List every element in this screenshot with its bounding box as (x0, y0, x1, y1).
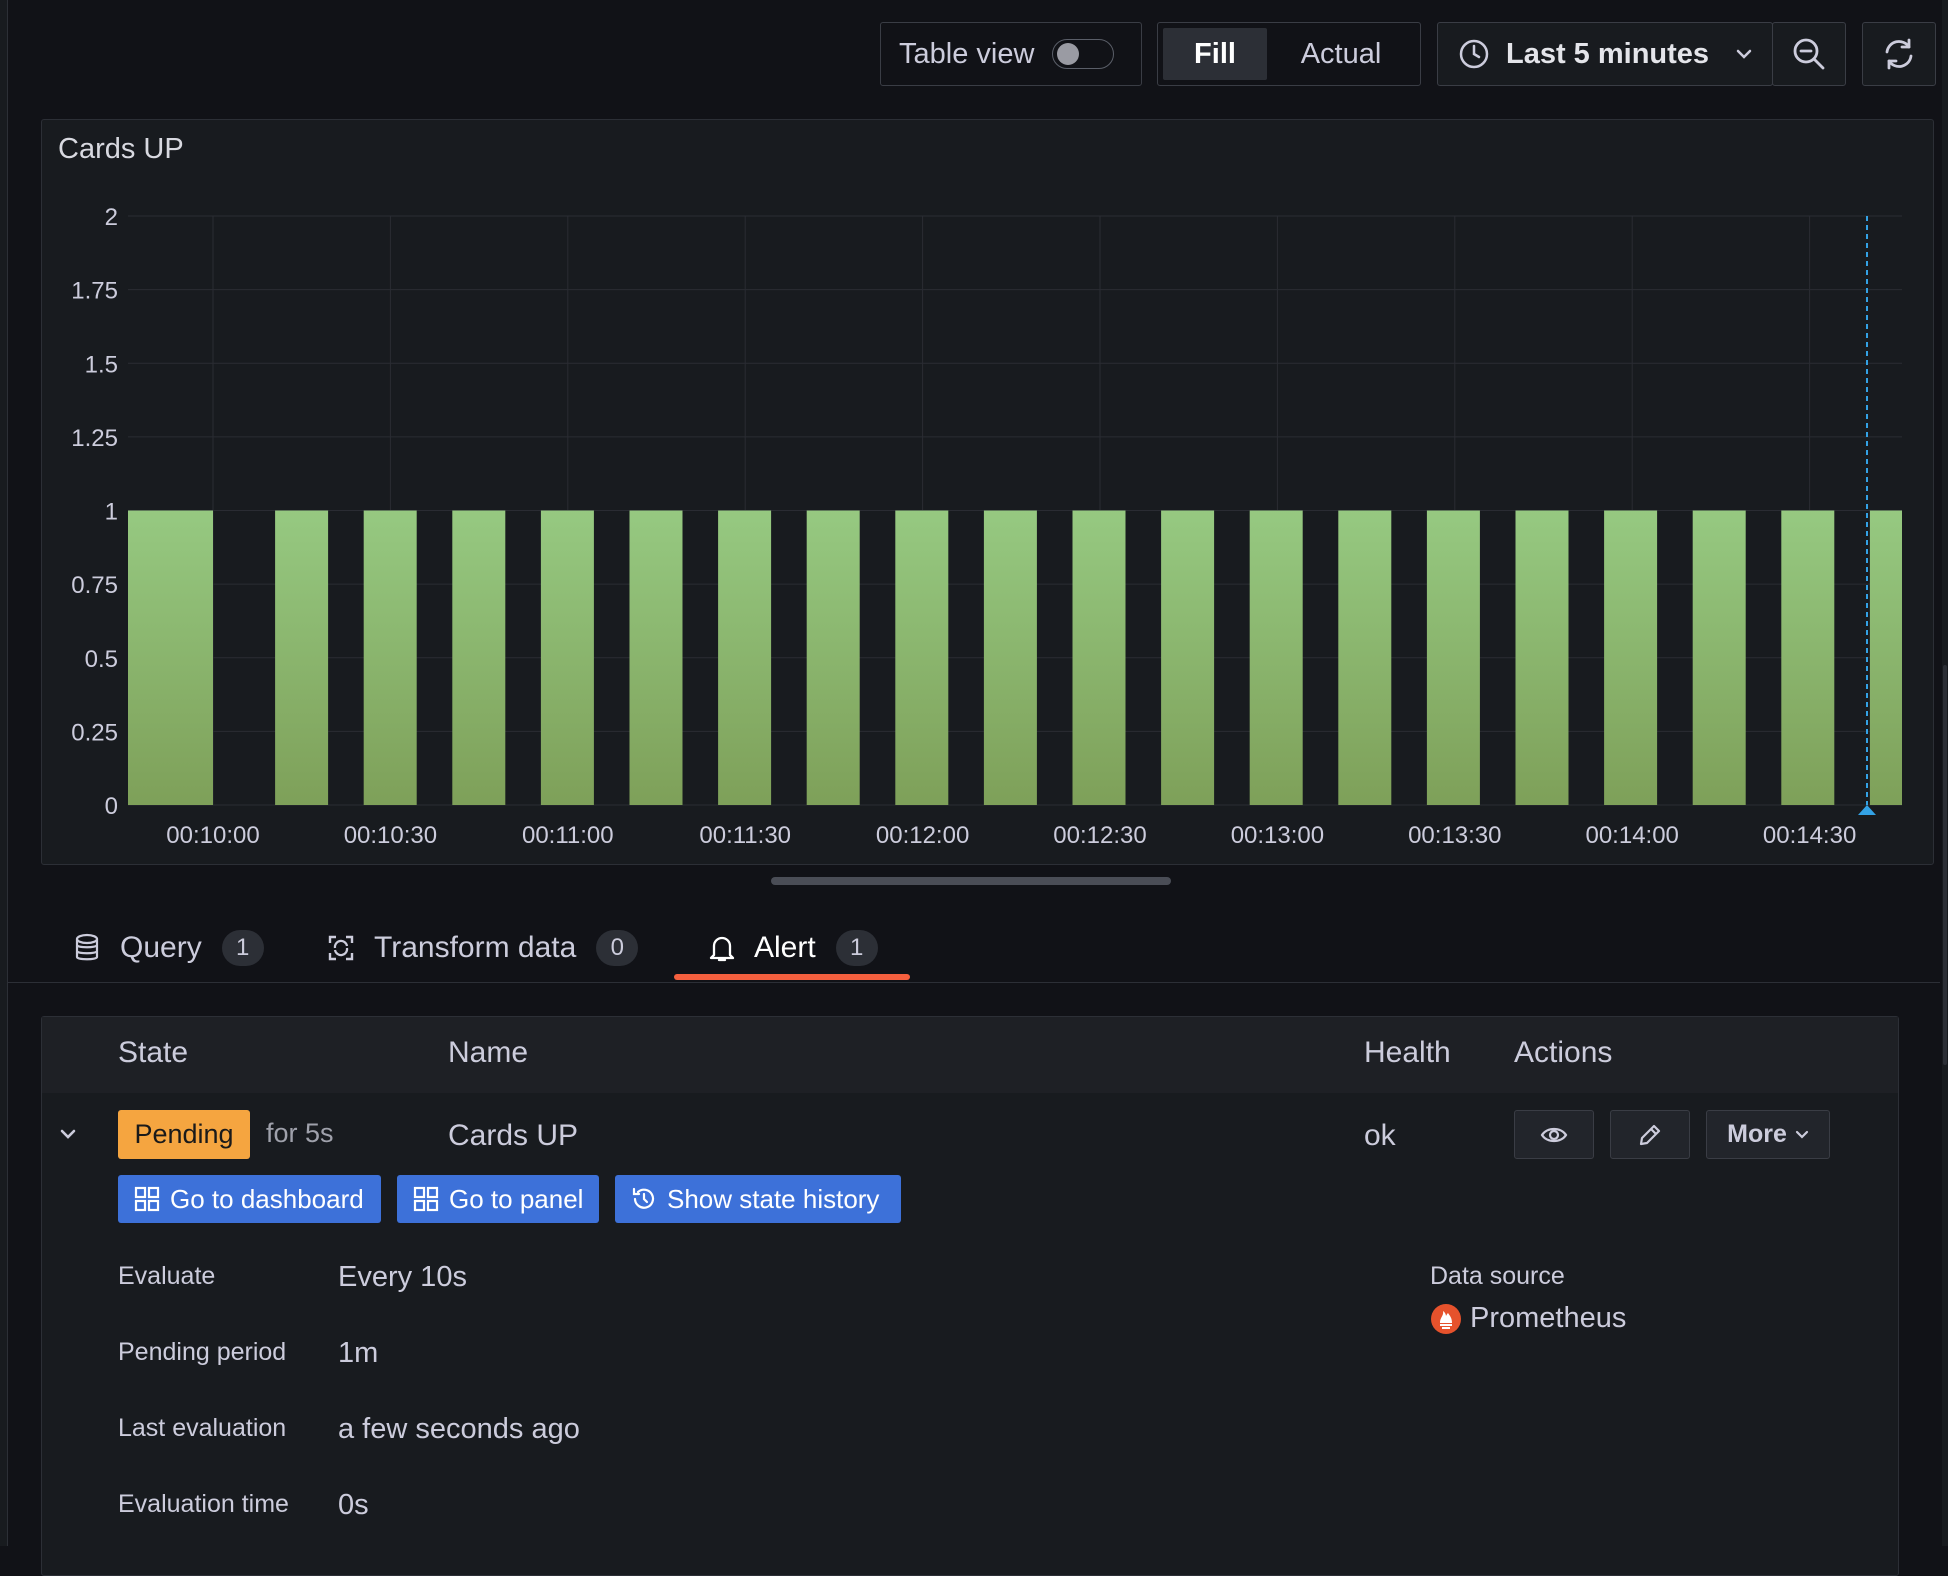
x-tick-label: 00:10:30 (344, 822, 437, 849)
bell-icon (708, 933, 736, 963)
data-source-name: Prometheus (1470, 1302, 1627, 1334)
eye-icon (1540, 1125, 1568, 1145)
data-source-label: Data source (1430, 1262, 1565, 1290)
view-rule-button[interactable] (1514, 1110, 1594, 1159)
header-health: Health (1364, 1036, 1451, 1069)
pending-period-label: Pending period (118, 1338, 287, 1366)
bar (806, 510, 860, 805)
tab-transform-data[interactable]: Transform data 0 (326, 918, 639, 978)
y-tick-label: 1.75 (71, 278, 118, 305)
tab-alert[interactable]: Alert 1 (708, 918, 878, 978)
chevron-down-icon (58, 1124, 78, 1144)
bar (1072, 510, 1126, 805)
bar (895, 510, 949, 805)
y-tick-label: 1.5 (85, 351, 118, 378)
pencil-icon (1637, 1122, 1663, 1148)
header-actions: Actions (1514, 1036, 1613, 1069)
tabs-divider (8, 982, 1940, 983)
tab-alert-label: Alert (754, 931, 816, 964)
bar (718, 510, 772, 805)
x-tick-label: 00:11:30 (699, 822, 791, 849)
tab-transform-data-count: 0 (596, 930, 639, 966)
header-name: Name (448, 1036, 529, 1069)
bar (1869, 510, 1902, 805)
x-tick-label: 00:14:00 (1585, 822, 1678, 849)
bar (1604, 510, 1658, 805)
evaluate-value: Every 10s (338, 1261, 467, 1293)
bar (1515, 510, 1569, 805)
x-tick-label: 00:12:30 (1053, 822, 1146, 849)
last-evaluation-label: Last evaluation (118, 1414, 287, 1442)
go-to-dashboard-label: Go to dashboard (170, 1183, 364, 1214)
apps-icon (134, 1186, 160, 1212)
table-header (42, 1017, 1898, 1093)
bar (983, 510, 1037, 805)
rule-name: Cards UP (448, 1119, 579, 1152)
data-source-link[interactable]: Prometheus (1430, 1302, 1626, 1335)
database-icon (74, 933, 100, 963)
bar (1426, 510, 1480, 805)
y-tick-label: 1 (105, 499, 118, 526)
x-tick-label: 00:10:00 (166, 822, 259, 849)
y-tick-label: 0.75 (71, 572, 118, 599)
show-state-history-label: Show state history (667, 1183, 880, 1214)
prometheus-icon (1430, 1303, 1462, 1335)
y-tick-label: 0.5 (85, 646, 118, 673)
x-tick-label: 00:14:30 (1763, 822, 1856, 849)
go-to-panel-label: Go to panel (449, 1183, 584, 1214)
bar (540, 510, 594, 805)
bar (1161, 510, 1215, 805)
bar (629, 510, 683, 805)
x-tick-label: 00:13:30 (1408, 822, 1501, 849)
panel-resize-handle[interactable] (771, 877, 1171, 885)
bar (275, 510, 329, 805)
evaluation-time-value: 0s (338, 1489, 369, 1521)
apps-icon (413, 1186, 439, 1212)
header-state: State (118, 1036, 189, 1069)
tab-alert-count: 1 (835, 930, 878, 966)
edit-rule-button[interactable] (1610, 1110, 1690, 1159)
show-state-history-button[interactable]: Show state history (615, 1175, 901, 1223)
bar (1249, 510, 1303, 805)
tab-query-label: Query (120, 931, 202, 964)
tab-transform-data-label: Transform data (374, 931, 577, 964)
bar (1338, 510, 1392, 805)
evaluation-time-label: Evaluation time (118, 1490, 289, 1518)
last-evaluation-value: a few seconds ago (338, 1413, 580, 1445)
state-duration: for 5s (266, 1118, 334, 1148)
expand-row-button[interactable] (58, 1124, 78, 1144)
alert-rules-table (41, 1016, 1899, 1576)
pending-period-value: 1m (338, 1337, 379, 1369)
go-to-dashboard-button[interactable]: Go to dashboard (118, 1175, 381, 1223)
go-to-panel-button[interactable]: Go to panel (397, 1175, 599, 1223)
rule-health: ok (1364, 1119, 1396, 1152)
chevron-down-icon (1795, 1128, 1809, 1142)
x-tick-label: 00:11:00 (522, 822, 614, 849)
more-label: More (1727, 1120, 1787, 1148)
bar-chart[interactable]: 2 1.75 1.5 1.25 1 0.75 0.5 0.25 0 00:10:00 00:10:3… (0, 0, 1948, 880)
cursor-marker (1858, 805, 1876, 815)
x-tick-label: 00:13:00 (1231, 822, 1324, 849)
bar (1781, 510, 1835, 805)
tab-query-count: 1 (221, 930, 264, 966)
bar (452, 510, 506, 805)
bar (1692, 510, 1746, 805)
state-badge-pending: Pending (118, 1110, 250, 1159)
x-tick-label: 00:12:00 (876, 822, 969, 849)
more-button[interactable]: More (1706, 1110, 1830, 1159)
active-tab-indicator (674, 974, 910, 980)
tab-query[interactable]: Query 1 (74, 918, 264, 978)
bar (363, 510, 417, 805)
bar (128, 510, 150, 805)
y-tick-label: 0.25 (71, 719, 118, 746)
history-icon (631, 1186, 657, 1212)
y-tick-label: 2 (105, 204, 118, 231)
evaluate-label: Evaluate (118, 1262, 216, 1290)
y-tick-label: 1.25 (71, 425, 118, 452)
transform-icon (326, 933, 356, 963)
y-tick-label: 0 (105, 793, 118, 820)
